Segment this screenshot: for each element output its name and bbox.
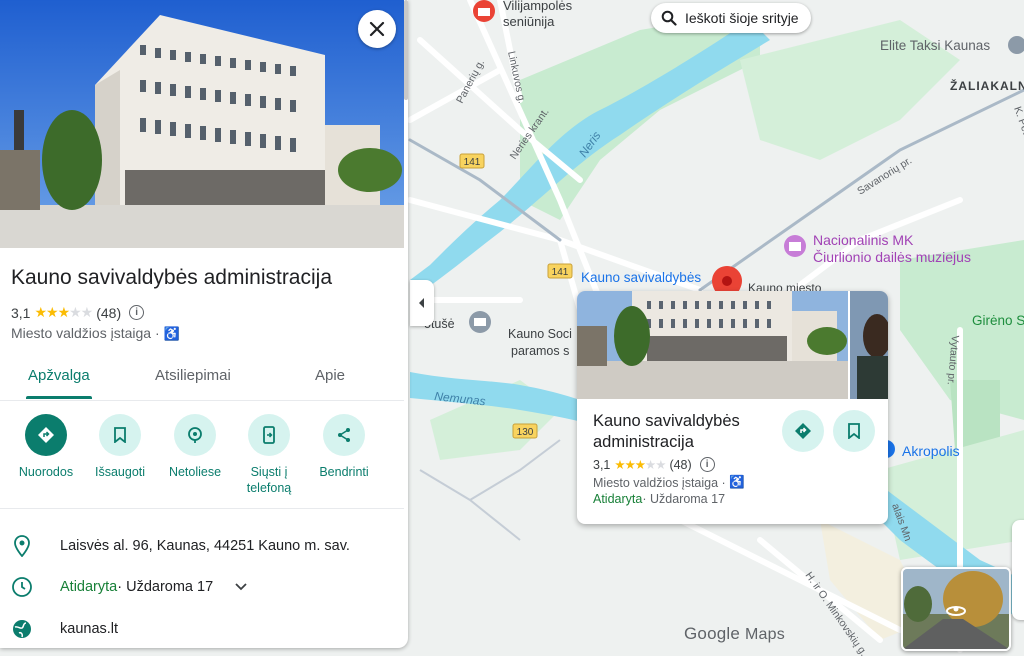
map-label: Kauno savivaldybės [581,270,701,285]
search-icon [661,10,677,26]
wheelchair-icon: ♿ [163,326,180,341]
road-shield-130: 130 [512,423,538,439]
tab-bar: Apžvalga Atsiliepimai Apie [0,360,404,401]
category-label[interactable]: Miesto valdžios įstaiga [11,325,151,341]
search-area-label: Ieškoti šioje srityje [685,10,799,26]
share-label: Bendrinti [319,465,369,479]
card-category-separator: · [718,475,730,490]
open-status: Atidaryta [60,579,118,595]
map-label: Kauno Soci [508,327,572,341]
map-label: Čiurlionio dailės muziejus [813,249,971,265]
map-label: paramos s [511,344,569,358]
chevron-down-icon[interactable] [235,583,247,591]
chevron-left-icon [419,298,424,308]
google-maps-logo: Google Maps [684,624,785,643]
website-row[interactable]: kaunas.lt [10,617,118,641]
map-label: Elite Taksi Kaunas [880,38,990,53]
clock-icon [12,577,32,597]
place-popup-card[interactable]: Kauno savivaldybės administracija 3,1 ★★… [577,291,888,524]
card-title[interactable]: Kauno savivaldybės administracija [593,411,783,453]
tab-reviews[interactable]: Atsiliepimai [155,367,231,384]
share-button[interactable]: Bendrinti [309,414,379,480]
info-icon[interactable]: i [699,457,715,472]
map-label: Akropolis [902,443,960,459]
road-shield-141: 141 [459,153,485,169]
card-hours-row: Atidaryta · Uždaroma 17 [593,492,725,506]
map-label: seniūnija [503,14,555,29]
send-to-phone-icon [263,426,275,444]
address-row[interactable]: Laisvės al. 96, Kaunas, 44251 Kauno m. s… [10,534,350,558]
tab-overview[interactable]: Apžvalga [28,367,90,384]
divider [0,508,404,509]
place-category[interactable]: Miesto valdžios įstaiga · ♿ [11,325,180,342]
svg-text:130: 130 [517,427,534,438]
card-category: Miesto valdžios įstaiga [593,475,719,490]
bookmark-icon [114,427,126,443]
category-separator: · [151,325,164,341]
save-button[interactable]: Išsaugoti [85,414,155,480]
road-shield-141: 141 [547,263,573,279]
card-open-status: Atidaryta [593,492,643,506]
svg-text:141: 141 [464,157,481,168]
card-directions-button[interactable] [782,410,824,452]
card-category-row: Miesto valdžios įstaiga · ♿ [593,475,745,490]
map-label: Vilijampolės [503,0,573,13]
card-closing-time: · Uždaroma 17 [642,492,726,506]
place-photo[interactable] [0,0,404,248]
card-rating-stars: ★★★★★ [614,458,666,472]
panel-scrollbar[interactable] [404,0,408,100]
close-button[interactable] [358,10,396,48]
wheelchair-icon: ♿ [729,475,745,489]
nearby-button[interactable]: Netoliese [160,414,230,480]
map-controls[interactable] [1012,520,1024,620]
card-rating-value: 3,1 [593,457,611,472]
card-photos[interactable] [577,291,888,399]
send-to-phone-label: Siųsti į telefoną [246,465,292,495]
close-icon [369,21,385,37]
directions-label: Nuorodos [18,465,74,479]
hours-row[interactable]: Atidaryta · Uždaroma 17 [10,575,247,599]
svg-text:141: 141 [552,267,569,278]
tab-about[interactable]: Apie [315,367,345,384]
street-view-thumbnail[interactable] [901,567,1011,651]
nearby-label: Netoliese [168,465,222,479]
government-poi-icon [469,311,491,333]
address-text: Laisvės al. 96, Kaunas, 44251 Kauno m. s… [60,538,350,554]
government-poi-icon [473,0,495,22]
place-details-panel: Kauno savivaldybės administracija 3,1 ★★… [0,0,408,648]
search-this-area-button[interactable]: Ieškoti šioje srityje [651,3,811,33]
website-link[interactable]: kaunas.lt [60,621,118,637]
bookmark-icon [848,423,860,439]
place-title: Kauno savivaldybės administracija [11,266,332,289]
map-label: ŽALIAKALN [950,78,1024,93]
card-save-button[interactable] [833,410,875,452]
directions-button[interactable]: Nuorodos [11,414,81,480]
directions-icon [795,423,811,439]
globe-icon [13,620,31,638]
rating-stars: ★★★★★ [34,304,93,320]
review-count[interactable]: (48) [96,305,121,321]
map-label: Girėno S [972,313,1024,328]
info-icon[interactable]: i [129,305,145,320]
collapse-panel-button[interactable] [410,280,434,326]
map-label: Nacionalinis MK [813,232,914,248]
send-to-phone-button[interactable]: Siųsti į telefoną [234,414,304,496]
closing-time: · Uždaroma 17 [117,579,214,595]
rating-value: 3,1 [11,304,31,321]
directions-icon [38,427,54,443]
nearby-icon [188,427,202,443]
save-label: Išsaugoti [94,465,146,479]
rating-row[interactable]: 3,1 ★★★★★ (48) i [11,304,145,321]
card-rating-row: 3,1 ★★★★★ (48) i [593,457,715,472]
active-tab-indicator [26,396,92,399]
museum-poi-icon [784,235,806,257]
location-pin-icon [14,535,30,557]
share-icon [338,428,350,442]
card-review-count: (48) [669,457,692,472]
